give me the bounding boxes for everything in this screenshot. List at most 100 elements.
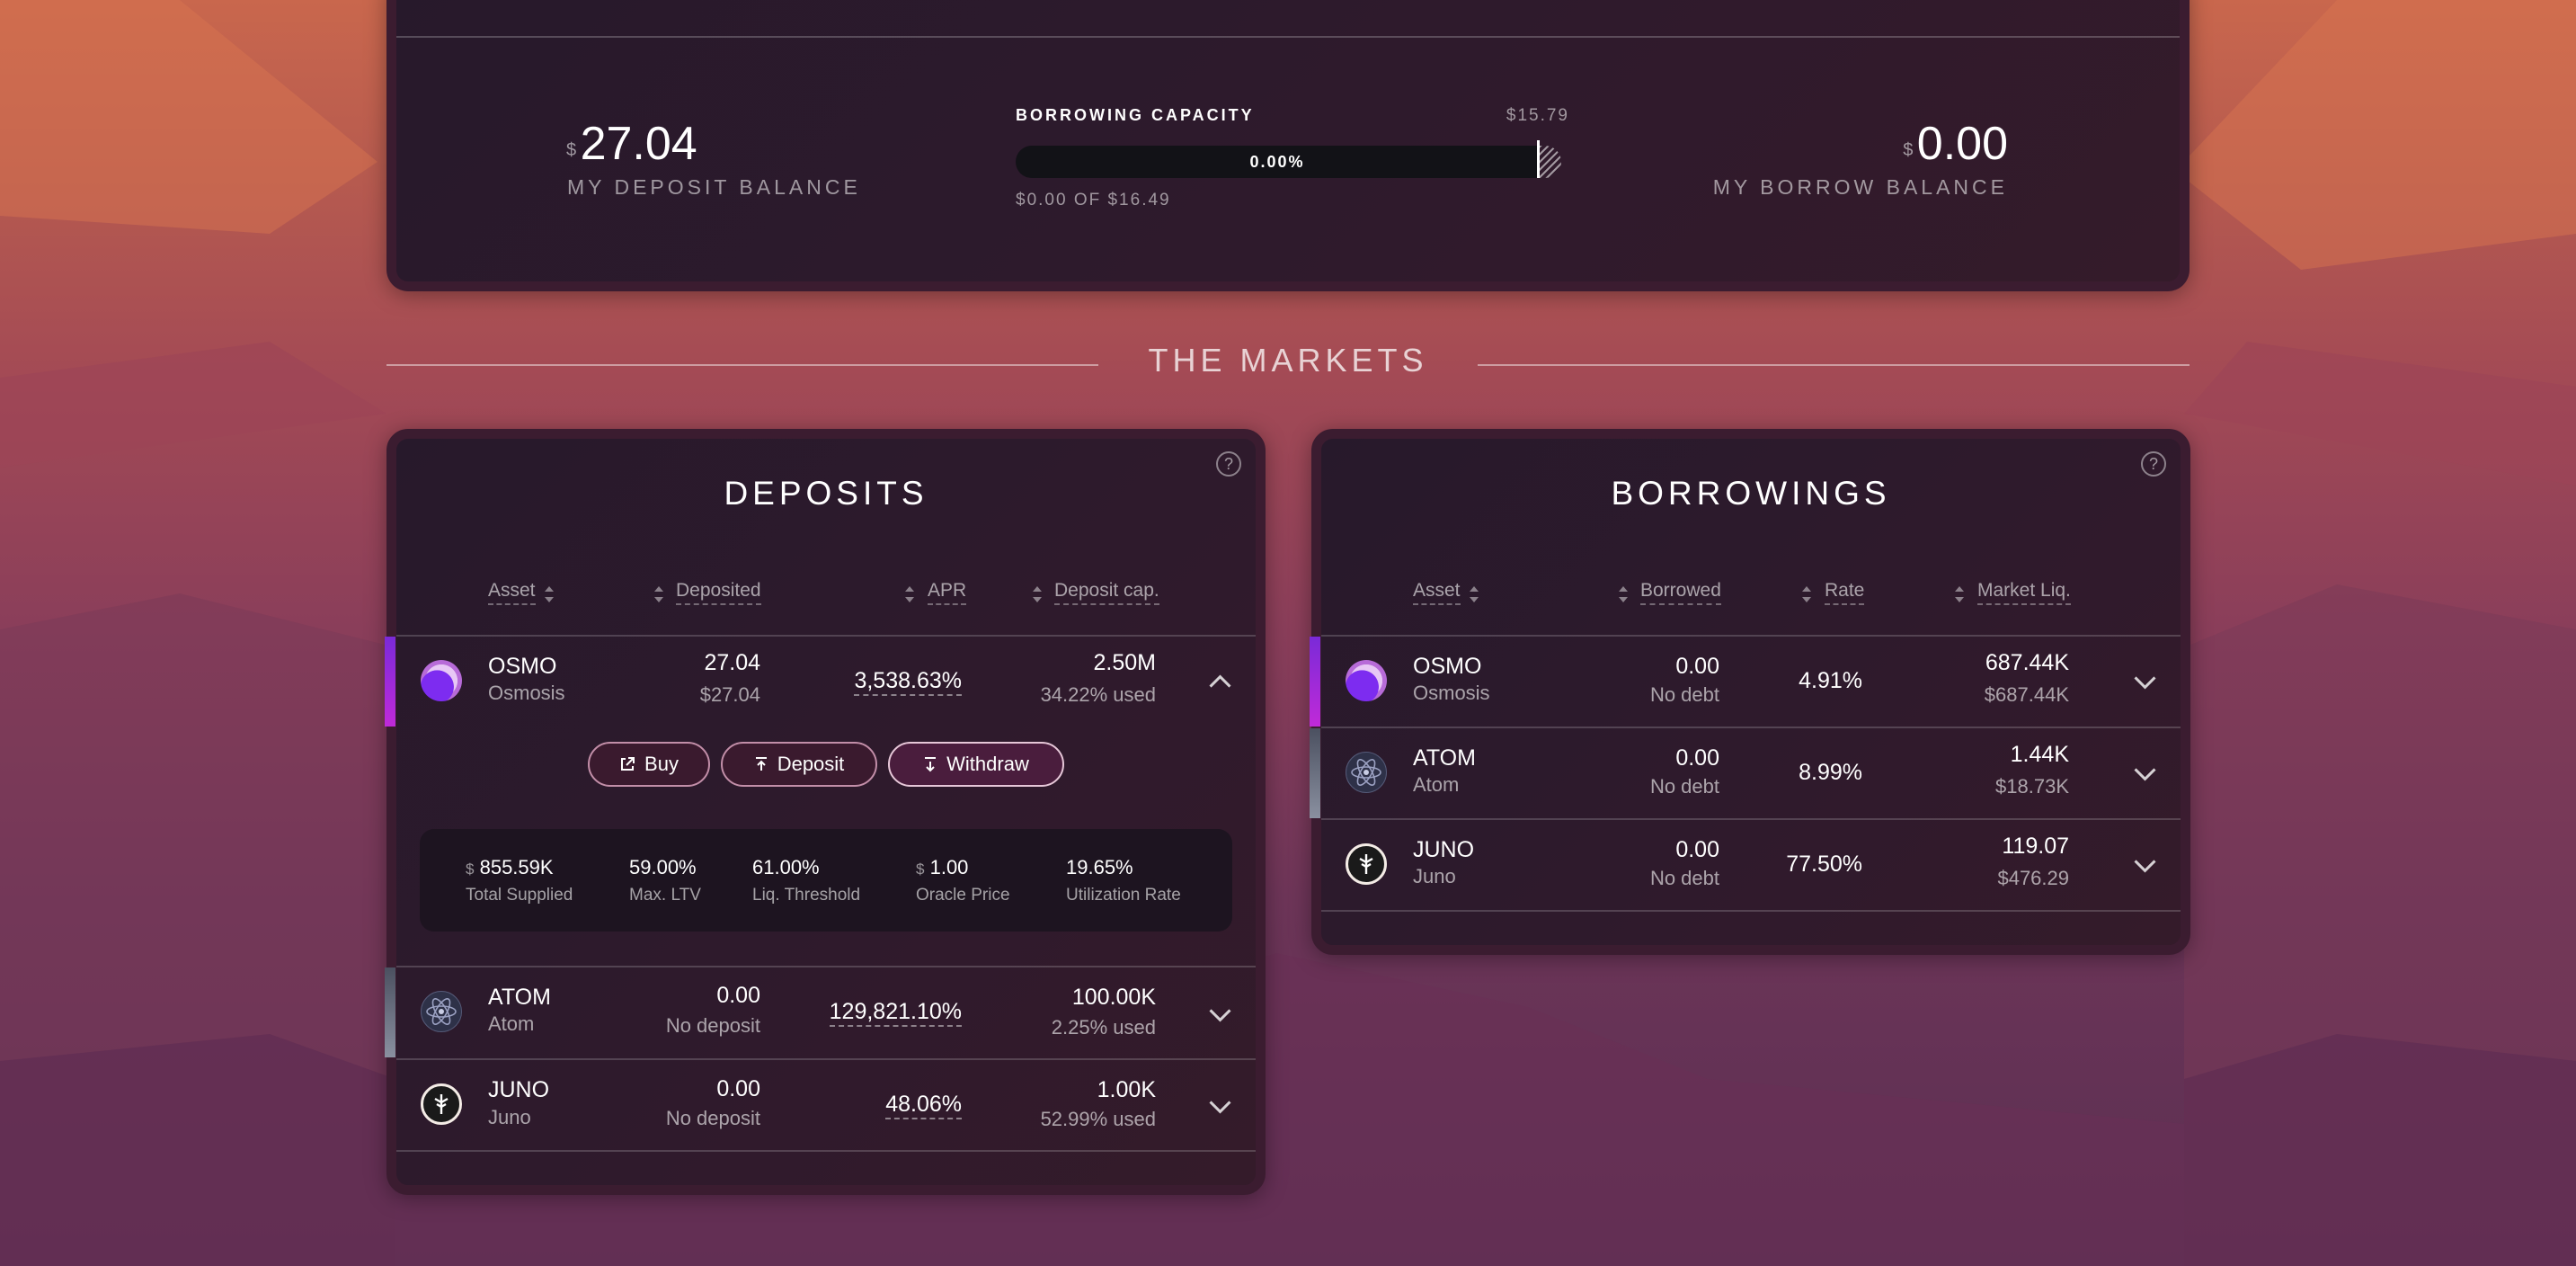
osmo-accent: [385, 637, 395, 727]
sort-icon[interactable]: [1032, 586, 1043, 602]
oracle-currency: $: [916, 860, 925, 878]
apr-value[interactable]: 3,538.63%: [854, 668, 962, 696]
asset-symbol: JUNO: [488, 1077, 550, 1102]
atom-accent: [385, 967, 395, 1057]
col-borrowed[interactable]: Borrowed: [1640, 580, 1721, 605]
deposit-icon: [755, 757, 767, 771]
col-deposited[interactable]: Deposited: [676, 580, 761, 605]
deposited-usd: $27.04: [699, 683, 760, 706]
deposit-cap: 100.00K: [1071, 985, 1156, 1010]
osmo-icon: [421, 660, 462, 701]
col-deposit-cap[interactable]: Deposit cap.: [1054, 580, 1159, 605]
buy-button[interactable]: Buy: [588, 742, 710, 787]
borrow-balance: $ 0.00: [1798, 117, 2008, 171]
sort-icon[interactable]: [1618, 586, 1629, 602]
market-liq: 687.44K: [1985, 650, 2069, 675]
withdraw-icon: [925, 757, 937, 772]
summary-divider: [396, 36, 2180, 38]
borrow-currency: $: [1903, 140, 1914, 160]
apr-value[interactable]: 48.06%: [885, 1092, 962, 1119]
borrowed-amount: 0.00: [1675, 745, 1719, 771]
asset-symbol: ATOM: [1413, 745, 1476, 771]
borrowing-capacity-bar: 0.00%: [1016, 146, 1539, 178]
max-ltv-value: 59.00%: [629, 856, 697, 878]
apr-value[interactable]: 129,821.10%: [829, 999, 962, 1027]
borrow-rate: 77.50%: [1786, 851, 1862, 877]
juno-icon: [421, 1083, 462, 1125]
borrowing-capacity-percent: 0.00%: [1249, 153, 1305, 171]
oracle-price-label: Oracle Price: [916, 886, 1010, 905]
external-link-icon: [621, 757, 635, 771]
oracle-price: $ 1.00: [916, 856, 968, 879]
sort-icon[interactable]: [544, 586, 555, 602]
deposit-label: Deposit: [777, 753, 845, 775]
row-divider: [396, 1150, 1256, 1152]
deposit-currency: $: [566, 140, 577, 160]
osmo-accent: [1310, 637, 1320, 727]
utilization-label: Utilization Rate: [1066, 886, 1181, 905]
row-divider: [1321, 635, 2181, 637]
deposited-amount: 0.00: [716, 983, 760, 1008]
markets-divider-right: [1478, 364, 2190, 366]
row-divider: [396, 1058, 1256, 1060]
deposit-cap-used: 34.22% used: [1040, 683, 1156, 706]
col-asset[interactable]: Asset: [488, 580, 536, 605]
sort-icon[interactable]: [1469, 586, 1479, 602]
deposited-usd: No deposit: [665, 1014, 760, 1037]
deposit-balance-value: 27.04: [580, 118, 697, 170]
atom-accent: [1310, 728, 1320, 818]
apr-cell: 129,821.10%: [773, 998, 962, 1027]
borrowing-capacity-limit: $15.79: [1506, 106, 1569, 125]
asset-name: Osmosis: [488, 682, 565, 704]
row-divider: [1321, 818, 2181, 820]
deposit-balance: $ 27.04: [566, 117, 697, 171]
buy-label: Buy: [644, 753, 679, 775]
deposit-cap: 2.50M: [1093, 650, 1156, 675]
asset-symbol: OSMO: [488, 654, 557, 679]
borrowing-capacity-title: BORROWING CAPACITY: [1016, 106, 1255, 124]
sort-icon[interactable]: [1801, 586, 1812, 602]
deposited-usd: No deposit: [665, 1107, 760, 1129]
utilization-value: 19.65%: [1066, 856, 1133, 878]
asset-symbol: OSMO: [1413, 654, 1482, 679]
markets-divider-left: [386, 364, 1098, 366]
market-liq-usd: $18.73K: [1995, 775, 2069, 798]
asset-symbol: ATOM: [488, 985, 551, 1010]
liq-threshold-value: 61.00%: [752, 856, 820, 878]
asset-name: Juno: [488, 1106, 531, 1128]
total-supplied-label: Total Supplied: [466, 886, 573, 905]
atom-icon: [421, 991, 462, 1032]
borrowings-title: BORROWINGS: [1611, 475, 1891, 512]
deposit-cap-used: 52.99% used: [1040, 1108, 1156, 1130]
deposited-amount: 27.04: [704, 650, 760, 675]
deposit-balance-label: MY DEPOSIT BALANCE: [567, 175, 861, 199]
juno-icon: [1346, 843, 1387, 885]
col-asset[interactable]: Asset: [1413, 580, 1461, 605]
sort-icon[interactable]: [1954, 586, 1965, 602]
market-liq: 119.07: [2002, 834, 2069, 859]
atom-icon: [1346, 752, 1387, 793]
deposits-title: DEPOSITS: [724, 475, 928, 512]
deposited-amount: 0.00: [716, 1076, 760, 1101]
withdraw-button[interactable]: Withdraw: [888, 742, 1064, 787]
help-icon[interactable]: ?: [2141, 451, 2166, 477]
deposit-cap-used: 2.25% used: [1051, 1016, 1156, 1039]
sort-icon[interactable]: [653, 586, 664, 602]
col-market-liq[interactable]: Market Liq.: [1977, 580, 2071, 605]
asset-name: Atom: [488, 1012, 535, 1035]
deposit-cap: 1.00K: [1097, 1077, 1156, 1102]
col-rate[interactable]: Rate: [1825, 580, 1865, 605]
borrow-balance-label: MY BORROW BALANCE: [1712, 175, 2008, 199]
borrowed-amount: 0.00: [1675, 837, 1719, 862]
asset-symbol: JUNO: [1413, 837, 1475, 862]
deposit-button[interactable]: Deposit: [721, 742, 877, 787]
borrowed-amount: 0.00: [1675, 654, 1719, 679]
col-apr[interactable]: APR: [928, 580, 967, 605]
total-supplied-value: 855.59K: [479, 856, 554, 878]
asset-name: Atom: [1413, 773, 1460, 796]
asset-name: Juno: [1413, 865, 1456, 887]
total-supplied-currency: $: [466, 860, 475, 878]
borrowing-capacity-sub: $0.00 OF $16.49: [1016, 191, 1171, 210]
help-icon[interactable]: ?: [1216, 451, 1241, 477]
sort-icon[interactable]: [904, 586, 915, 602]
